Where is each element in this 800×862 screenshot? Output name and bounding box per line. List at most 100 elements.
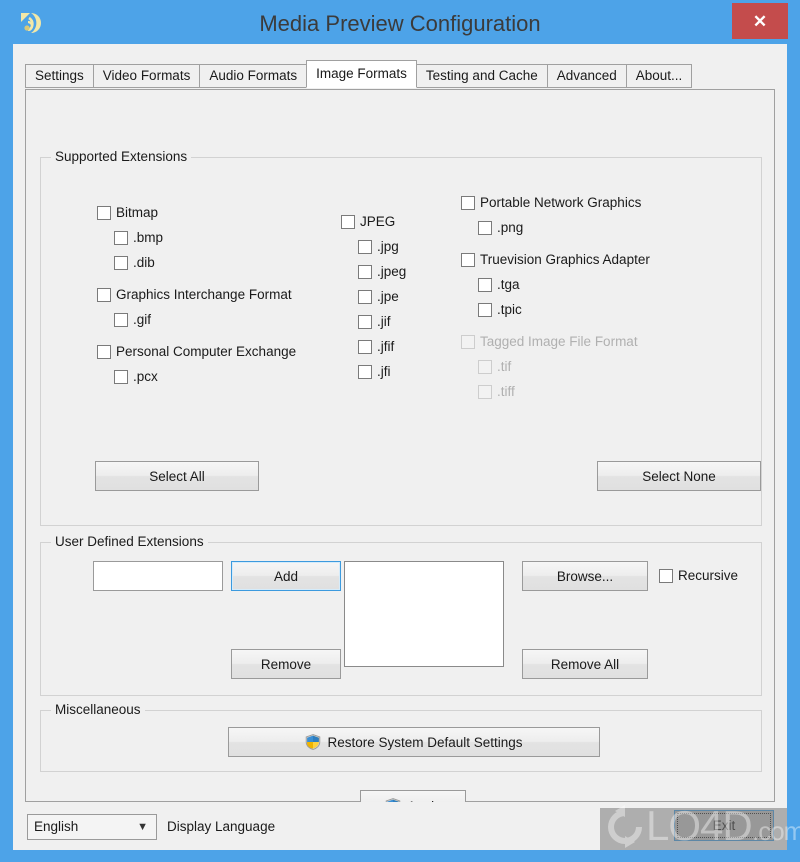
checkbox-ext-jpe[interactable]: .jpe bbox=[358, 289, 399, 304]
checkbox-ext-bmp[interactable]: .bmp bbox=[114, 230, 163, 245]
checkbox-label: .png bbox=[497, 220, 524, 235]
miscellaneous-label: Miscellaneous bbox=[51, 702, 145, 717]
remove-label: Remove bbox=[260, 656, 312, 672]
tab-video-formats[interactable]: Video Formats bbox=[92, 64, 201, 88]
checkbox-personal-computer-exchange[interactable]: Personal Computer Exchange bbox=[97, 344, 296, 359]
tab-label: Testing and Cache bbox=[425, 68, 538, 83]
checkbox-box bbox=[478, 277, 492, 292]
checkbox-box bbox=[114, 230, 128, 245]
checkbox-label: Personal Computer Exchange bbox=[116, 344, 297, 359]
bottom-bar: English ▼ Display Language Exit bbox=[13, 802, 787, 850]
checkbox-box bbox=[358, 364, 372, 379]
checkbox-tagged-image-file-format: Tagged Image File Format bbox=[461, 334, 638, 349]
client-area: Settings Video Formats Audio Formats Image … bbox=[13, 44, 787, 850]
checkbox-label: .jpeg bbox=[377, 264, 407, 279]
restore-label: Restore System Default Settings bbox=[327, 734, 523, 750]
display-language-select[interactable]: English ▼ bbox=[27, 814, 157, 840]
checkbox-ext-gif[interactable]: .gif bbox=[114, 312, 151, 327]
checkbox-ext-jfif[interactable]: .jfif bbox=[358, 339, 394, 354]
checkbox-ext-tpic[interactable]: .tpic bbox=[478, 302, 522, 317]
checkbox-ext-jfi[interactable]: .jfi bbox=[358, 364, 391, 379]
checkbox-graphics-interchange-format[interactable]: Graphics Interchange Format bbox=[97, 287, 292, 302]
checkbox-ext-tiff: .tiff bbox=[478, 384, 515, 399]
uac-shield-icon bbox=[305, 734, 321, 750]
checkbox-box bbox=[358, 314, 372, 329]
checkbox-label: .dib bbox=[133, 255, 155, 270]
checkbox-ext-pcx[interactable]: .pcx bbox=[114, 369, 158, 384]
tab-strip: Settings Video Formats Audio Formats Image … bbox=[25, 60, 693, 88]
checkbox-ext-jpeg[interactable]: .jpeg bbox=[358, 264, 406, 279]
restore-system-defaults-button[interactable]: Restore System Default Settings bbox=[228, 727, 600, 757]
checkbox-box bbox=[114, 369, 128, 384]
checkbox-box bbox=[358, 239, 372, 254]
remove-all-label: Remove All bbox=[550, 656, 620, 672]
checkbox-truevision-graphics-adapter[interactable]: Truevision Graphics Adapter bbox=[461, 252, 650, 267]
checkbox-label: .tif bbox=[497, 359, 512, 374]
tab-label: About... bbox=[635, 68, 683, 83]
checkbox-ext-dib[interactable]: .dib bbox=[114, 255, 155, 270]
application-window: Media Preview Configuration ✕ Settings Vi… bbox=[0, 0, 800, 862]
checkbox-ext-tga[interactable]: .tga bbox=[478, 277, 520, 292]
tab-advanced[interactable]: Advanced bbox=[546, 64, 627, 88]
checkbox-label: .jpe bbox=[377, 289, 399, 304]
checkbox-label: .pcx bbox=[133, 369, 158, 384]
checkbox-box bbox=[461, 195, 475, 210]
checkbox-label: .jpg bbox=[377, 239, 399, 254]
checkbox-label: .jif bbox=[377, 314, 391, 329]
checkbox-portable-network-graphics[interactable]: Portable Network Graphics bbox=[461, 195, 641, 210]
tab-page-image-formats: Supported Extensions Bitmap .bmp .dib Graph… bbox=[25, 89, 775, 822]
close-button[interactable]: ✕ bbox=[732, 3, 788, 39]
checkbox-label: .gif bbox=[133, 312, 152, 327]
tab-audio-formats[interactable]: Audio Formats bbox=[199, 64, 308, 88]
add-button[interactable]: Add bbox=[231, 561, 341, 591]
exit-button[interactable]: Exit bbox=[674, 810, 774, 841]
checkbox-label: Graphics Interchange Format bbox=[116, 287, 292, 302]
select-none-label: Select None bbox=[642, 468, 716, 484]
checkbox-box bbox=[358, 264, 372, 279]
tab-image-formats[interactable]: Image Formats bbox=[306, 60, 417, 88]
tab-settings[interactable]: Settings bbox=[25, 64, 94, 88]
checkbox-ext-jif[interactable]: .jif bbox=[358, 314, 391, 329]
checkbox-ext-jpg[interactable]: .jpg bbox=[358, 239, 399, 254]
checkbox-box bbox=[97, 287, 111, 302]
checkbox-box bbox=[461, 252, 475, 267]
tab-label: Video Formats bbox=[102, 68, 191, 83]
remove-all-button[interactable]: Remove All bbox=[522, 649, 648, 679]
user-defined-extensions-group: User Defined Extensions Add Browse... Re… bbox=[40, 534, 762, 696]
checkbox-box bbox=[478, 302, 492, 317]
browse-label: Browse... bbox=[556, 568, 614, 584]
checkbox-box bbox=[659, 568, 673, 583]
checkbox-label: Bitmap bbox=[116, 205, 159, 220]
checkbox-box bbox=[97, 205, 111, 220]
checkbox-bitmap[interactable]: Bitmap bbox=[97, 205, 158, 220]
remove-button[interactable]: Remove bbox=[231, 649, 341, 679]
checkbox-box bbox=[478, 359, 492, 374]
user-extension-input[interactable] bbox=[93, 561, 223, 591]
recursive-checkbox[interactable]: Recursive bbox=[659, 568, 738, 583]
checkbox-box bbox=[97, 344, 111, 359]
tab-label: Audio Formats bbox=[209, 68, 298, 83]
recursive-label: Recursive bbox=[678, 568, 739, 583]
checkbox-label: .tga bbox=[497, 277, 520, 292]
window-title: Media Preview Configuration bbox=[259, 11, 541, 36]
checkbox-jpeg[interactable]: JPEG bbox=[341, 214, 395, 229]
select-all-button[interactable]: Select All bbox=[95, 461, 259, 491]
select-none-button[interactable]: Select None bbox=[597, 461, 761, 491]
checkbox-label: Truevision Graphics Adapter bbox=[480, 252, 650, 267]
checkbox-box bbox=[461, 334, 475, 349]
checkbox-label: .tpic bbox=[497, 302, 522, 317]
checkbox-label: Tagged Image File Format bbox=[480, 334, 638, 349]
checkbox-box bbox=[114, 255, 128, 270]
checkbox-ext-tif: .tif bbox=[478, 359, 511, 374]
user-extensions-listbox[interactable] bbox=[344, 561, 504, 667]
checkbox-ext-png[interactable]: .png bbox=[478, 220, 523, 235]
checkbox-box bbox=[478, 384, 492, 399]
checkbox-label: .tiff bbox=[497, 384, 515, 399]
tab-about[interactable]: About... bbox=[625, 64, 693, 88]
user-defined-extensions-label: User Defined Extensions bbox=[51, 534, 208, 549]
checkbox-label: .jfi bbox=[377, 364, 391, 379]
tab-testing-and-cache[interactable]: Testing and Cache bbox=[415, 64, 548, 88]
checkbox-label: .bmp bbox=[133, 230, 164, 245]
checkbox-box bbox=[341, 214, 355, 229]
browse-button[interactable]: Browse... bbox=[522, 561, 648, 591]
